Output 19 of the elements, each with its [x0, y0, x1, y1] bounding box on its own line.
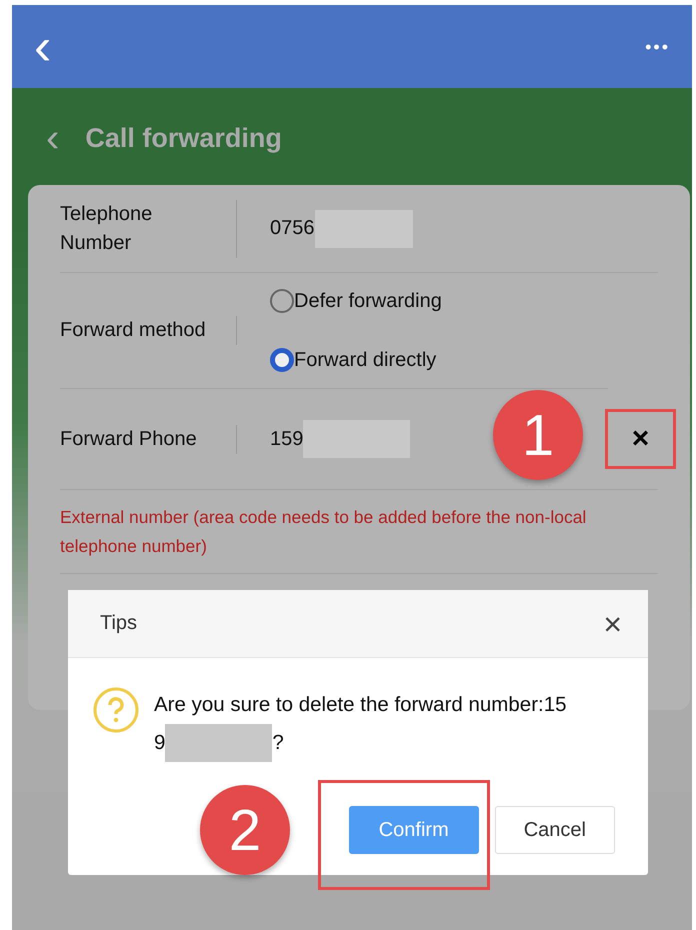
field-label: Forward Phone	[60, 424, 237, 454]
cancel-button[interactable]: Cancel	[494, 806, 615, 854]
field-label: Forward method	[60, 316, 237, 345]
field-value: 159	[270, 428, 304, 450]
radio-option[interactable]: Forward directly	[270, 348, 442, 372]
radio-option[interactable]: Defer forwarding	[270, 289, 442, 313]
dialog-title: Tips	[100, 612, 138, 635]
close-button[interactable]: ×	[603, 608, 622, 640]
dialog-message: ?	[272, 730, 284, 756]
delete-button[interactable]: ×	[605, 409, 676, 469]
back-button[interactable]: ‹	[30, 20, 56, 72]
more-button[interactable]: •••	[641, 38, 674, 56]
page-title: Call forwarding	[85, 122, 282, 154]
field-label: Telephone Number	[60, 200, 237, 258]
question-icon	[92, 686, 140, 734]
dialog-message: 9	[154, 730, 166, 756]
hint-text: External number (area code needs to be added before the non-local telephone number)	[60, 490, 658, 574]
dialog-message: Are you sure to delete the forward number:15	[154, 692, 567, 718]
field-value: 0756	[270, 217, 314, 240]
